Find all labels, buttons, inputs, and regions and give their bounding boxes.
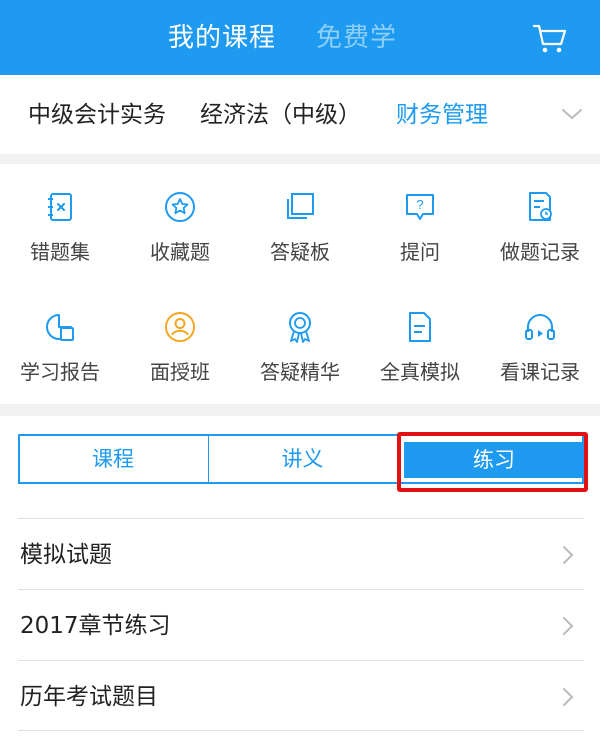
chevron-right-icon (563, 546, 574, 564)
grid-item-face-class[interactable]: 面授班 (120, 284, 240, 404)
grid-item-qa-board[interactable]: 答疑板 (240, 164, 360, 284)
tab-my-courses[interactable]: 我的课程 (168, 20, 276, 56)
grid-item-qa-highlights[interactable]: 答疑精华 (240, 284, 360, 404)
function-grid: 错题集 收藏题 答疑板 ? 提问 做题记录 学习报告 面授班 答疑精华 全真模拟… (0, 164, 600, 404)
top-header: 我的课程 免费学 (0, 0, 600, 75)
grid-item-label: 全真模拟 (380, 360, 460, 384)
wrong-notebook-icon (48, 193, 72, 221)
grid-item-ask[interactable]: ? 提问 (360, 164, 480, 284)
record-icon (529, 192, 552, 221)
chevron-right-icon (563, 617, 574, 635)
subject-financial-management[interactable]: 财务管理 (396, 95, 488, 135)
grid-item-practice-record[interactable]: 做题记录 (480, 164, 600, 284)
list-item-label: 2017章节练习 (20, 613, 171, 639)
list-item-label: 历年考试题目 (20, 684, 158, 710)
tab-courses[interactable]: 课程 (20, 436, 206, 482)
subject-bar: 中级会计实务 经济法（中级） 财务管理 (0, 75, 600, 154)
grid-item-favorites[interactable]: 收藏题 (120, 164, 240, 284)
headphones-icon (525, 314, 555, 340)
chevron-right-icon (563, 688, 574, 706)
list-item-past-exams[interactable]: 历年考试题目 (18, 660, 584, 731)
grid-item-label: 错题集 (30, 240, 90, 264)
report-icon (46, 314, 74, 341)
grid-item-label: 收藏题 (150, 240, 210, 264)
list-item-mock-questions[interactable]: 模拟试题 (18, 518, 584, 589)
tab-handouts[interactable]: 讲义 (208, 436, 396, 482)
grid-item-label: 提问 (400, 240, 440, 264)
grid-item-wrong-questions[interactable]: 错题集 (0, 164, 120, 284)
grid-item-label: 做题记录 (500, 240, 580, 264)
grid-item-label: 看课记录 (500, 360, 580, 384)
chevron-down-icon[interactable] (560, 106, 584, 122)
question-bubble-icon: ? (406, 194, 434, 220)
grid-item-label: 学习报告 (20, 360, 100, 384)
award-icon (289, 312, 311, 343)
svg-text:?: ? (416, 197, 423, 212)
document-icon (409, 312, 431, 342)
star-circle-icon (165, 192, 195, 222)
list-item-chapter-practice[interactable]: 2017章节练习 (18, 589, 584, 660)
grid-item-watch-record[interactable]: 看课记录 (480, 284, 600, 404)
subject-economic-law[interactable]: 经济法（中级） (200, 95, 361, 135)
subject-intermediate-accounting[interactable]: 中级会计实务 (28, 95, 166, 135)
grid-item-label: 答疑板 (270, 240, 330, 264)
board-icon (287, 193, 314, 219)
highlight-box (397, 432, 588, 492)
cart-icon[interactable] (530, 18, 570, 58)
teacher-icon (165, 312, 195, 342)
grid-item-label: 答疑精华 (260, 360, 340, 384)
grid-item-study-report[interactable]: 学习报告 (0, 284, 120, 404)
tab-free-learning[interactable]: 免费学 (316, 20, 397, 56)
grid-item-label: 面授班 (150, 360, 210, 384)
grid-item-mock-exam[interactable]: 全真模拟 (360, 284, 480, 404)
list-item-label: 模拟试题 (20, 542, 112, 568)
